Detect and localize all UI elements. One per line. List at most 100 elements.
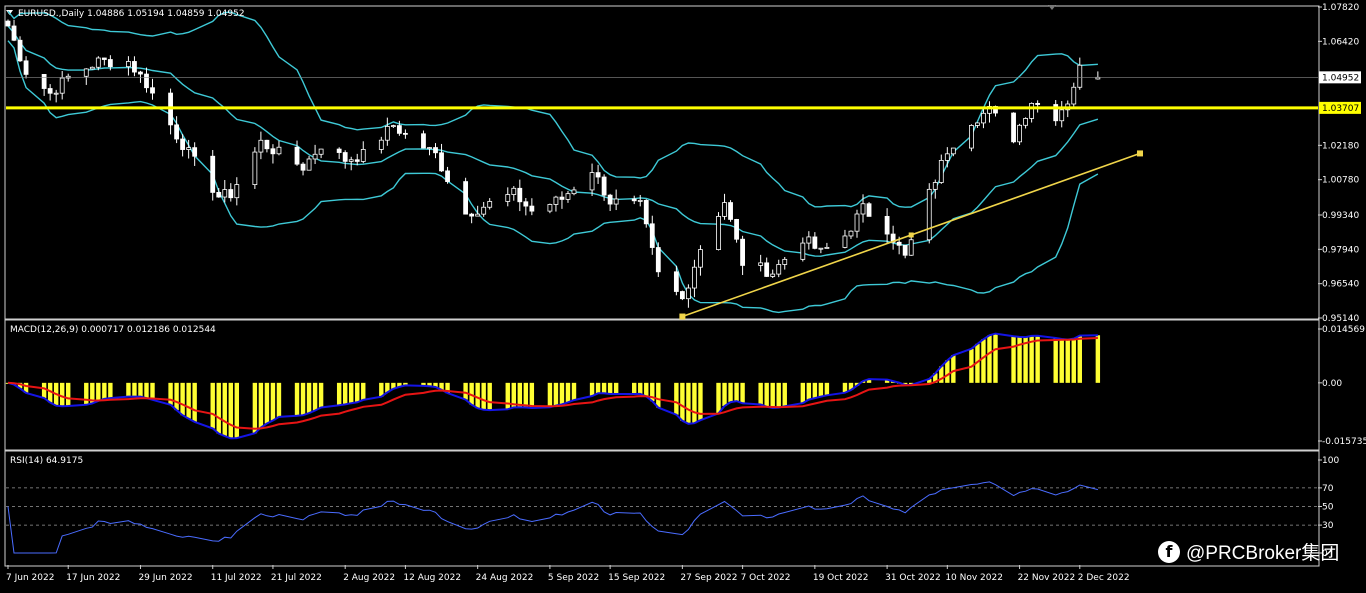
price-tick-label: 0.95140 (1322, 314, 1359, 324)
candle-body (95, 57, 101, 68)
macd-histogram-bar (812, 382, 818, 399)
macd-histogram-bar (680, 382, 685, 421)
macd-histogram-bar (824, 382, 830, 396)
candle-body (776, 264, 782, 275)
candle-body (342, 152, 348, 162)
macd-histogram-bar (300, 382, 306, 416)
candle-body (312, 153, 318, 160)
macd-histogram-bar (547, 382, 553, 408)
candle-body (595, 172, 601, 178)
macd-histogram-bar (108, 382, 113, 399)
macd-histogram-bar (294, 382, 300, 416)
candle-body (23, 60, 29, 75)
macd-histogram-bar (276, 382, 282, 417)
candle-body (276, 146, 282, 155)
date-tick-label: 11 Jul 2022 (211, 573, 262, 583)
macd-histogram-bar (981, 339, 986, 383)
candle-body (944, 153, 950, 161)
date-tick-label: 15 Sep 2022 (608, 573, 665, 583)
rsi-tick-label: 30 (1322, 521, 1334, 531)
candle-body (854, 213, 860, 232)
candle-body (553, 196, 559, 205)
date-tick-label: 19 Oct 2022 (813, 573, 869, 583)
candle-body (270, 148, 276, 155)
candle-body (734, 219, 739, 240)
candle-body (517, 187, 523, 203)
date-tick-label: 24 Aug 2022 (476, 573, 534, 583)
macd-histogram-bar (601, 382, 607, 394)
candle-body (969, 125, 974, 149)
candle-body (686, 287, 691, 300)
candle-body (264, 139, 270, 150)
macd-histogram-bar (487, 382, 492, 411)
macd-histogram-bar (481, 382, 486, 410)
macd-histogram-bar (463, 382, 468, 400)
candle-body (5, 20, 11, 27)
candle-body (47, 88, 53, 94)
candle-body (1077, 64, 1083, 88)
candle-body (234, 184, 240, 199)
macd-histogram-bar (770, 382, 775, 409)
trend-line-anchor-mid (908, 232, 914, 238)
macd-histogram-bar (192, 382, 197, 422)
candle-body (445, 170, 450, 182)
candle-body (607, 194, 613, 205)
candle-body (1029, 102, 1035, 119)
candle-body (83, 68, 89, 77)
candle-body (306, 158, 312, 171)
candle-body (529, 205, 535, 212)
watermark: f @PRCBroker集团 (1158, 538, 1339, 565)
macd-histogram-bar (336, 382, 342, 406)
macd-histogram-bar (138, 382, 143, 397)
rsi-tick-label: 50 (1322, 503, 1334, 513)
candle-body (601, 176, 607, 196)
date-tick-label: 10 Nov 2022 (945, 573, 1003, 583)
trend-line-anchor-start (679, 313, 686, 320)
macd-histogram-bar (595, 382, 601, 394)
candle-body (132, 61, 137, 73)
candle-body (848, 230, 854, 237)
chart-root[interactable]: 1.07820 1.06420 1.02180 1.00780 0.99340 0.979… (0, 0, 1366, 589)
macd-label: MACD(12,26,9) 0.000717 0.012186 0.012544 (10, 325, 216, 335)
candle-body (144, 73, 149, 89)
candle-body (824, 246, 830, 249)
macd-histogram-bar (180, 382, 185, 416)
macd-tick-label: 0.00 (1322, 379, 1342, 389)
candle-body (818, 247, 824, 250)
candle-body (396, 125, 402, 134)
macd-histogram-bar (312, 382, 318, 411)
trading-chart[interactable]: 1.07820 1.06420 1.02180 1.00780 0.99340 0.979… (0, 0, 1366, 589)
price-tick-label: 1.06420 (1322, 37, 1359, 47)
macd-histogram-bar (1035, 335, 1040, 383)
macd-histogram-bar (186, 382, 191, 419)
candle-body (174, 124, 179, 140)
macd-histogram-bar (1059, 339, 1064, 383)
candle-body (1035, 102, 1041, 105)
candle-body (908, 239, 914, 256)
support-level-label: 1.03707 (1322, 104, 1359, 114)
macd-histogram-bar (993, 333, 998, 383)
candle-body (692, 266, 697, 289)
macd-histogram-bar (264, 382, 270, 424)
macd-histogram-bar (776, 382, 781, 408)
candle-body (950, 147, 956, 155)
macd-histogram-bar (764, 382, 769, 407)
candle-body (643, 200, 649, 225)
macd-histogram-bar (728, 382, 733, 403)
candle-body (896, 241, 902, 246)
price-tick-label: 0.96540 (1322, 280, 1359, 290)
macd-histogram-bar (318, 382, 324, 408)
macd-histogram-bar (1095, 335, 1101, 383)
macd-histogram-bar (144, 382, 149, 399)
macd-histogram-bar (41, 382, 47, 399)
candle-body (192, 147, 198, 157)
macd-histogram-bar (355, 382, 360, 403)
macd-histogram-bar (686, 382, 691, 424)
candle-body (41, 73, 47, 89)
macd-histogram-bar (987, 335, 992, 383)
date-tick-label: 2 Dec 2022 (1078, 573, 1130, 583)
candle-body (698, 249, 703, 268)
date-tick-label: 21 Jul 2022 (271, 573, 322, 583)
macd-histogram-bar (349, 382, 354, 404)
date-tick-label: 17 Jun 2022 (66, 573, 120, 583)
